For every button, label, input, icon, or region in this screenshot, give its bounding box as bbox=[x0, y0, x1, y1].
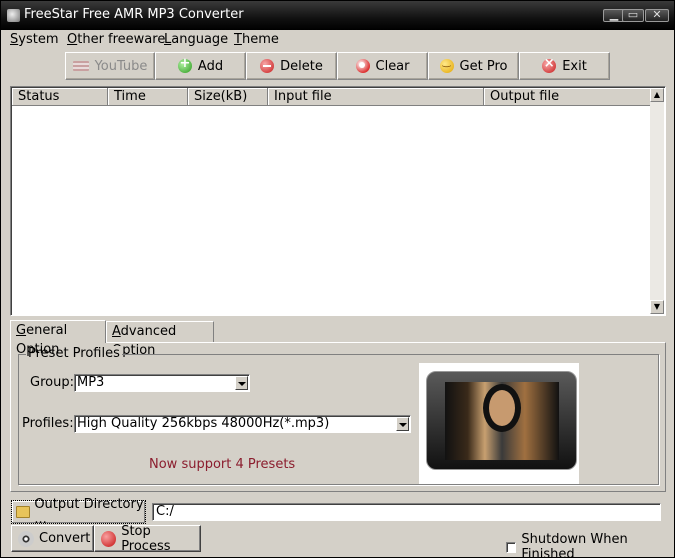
preset-profiles-group: Preset Profiles Group: MP3 Profiles: Hig… bbox=[18, 346, 659, 485]
close-icon: ✕ bbox=[652, 8, 662, 21]
output-directory-button[interactable]: Output Directory ... bbox=[11, 497, 146, 527]
clear-button[interactable]: Clear bbox=[337, 52, 428, 80]
menu-bar: System Other freeware Language Theme bbox=[1, 30, 674, 50]
delete-label: Delete bbox=[280, 58, 323, 74]
folder-icon bbox=[16, 506, 31, 518]
scroll-down-button[interactable]: ▼ bbox=[650, 300, 664, 314]
add-label: Add bbox=[197, 58, 224, 74]
menu-other-freeware-accel: O bbox=[67, 32, 78, 47]
chevron-down-icon[interactable] bbox=[235, 376, 248, 390]
profiles-select-value: High Quality 256kbps 48000Hz(*.mp3) bbox=[77, 416, 330, 431]
stop-process-label: Stop Process bbox=[121, 523, 171, 554]
column-status[interactable]: Status bbox=[12, 88, 108, 106]
list-header: Status Time Size(kB) Input file Output f… bbox=[12, 88, 652, 106]
tab-advanced-option[interactable]: Advanced Option bbox=[106, 321, 214, 358]
menu-other-freeware-label: ther freeware bbox=[77, 32, 166, 47]
youtube-button[interactable]: YouTube bbox=[65, 52, 155, 80]
clear-label: Clear bbox=[375, 58, 410, 74]
window-title: FreeStar Free AMR MP3 Converter bbox=[24, 7, 244, 22]
screen-artwork bbox=[489, 390, 515, 426]
exit-button[interactable]: Exit bbox=[519, 52, 610, 80]
output-directory-field[interactable]: C:/ bbox=[152, 503, 661, 521]
clear-icon bbox=[355, 59, 370, 73]
maximize-button[interactable]: ▭ bbox=[622, 8, 644, 22]
youtube-icon bbox=[72, 61, 89, 71]
tab-advanced-accel: A bbox=[112, 324, 121, 339]
minimize-icon: ▁ bbox=[609, 8, 619, 21]
presets-support-text: Now support 4 Presets bbox=[149, 457, 296, 472]
delete-button[interactable]: Delete bbox=[246, 52, 337, 80]
close-button[interactable]: ✕ bbox=[645, 8, 669, 22]
tab-general-option[interactable]: General Option bbox=[10, 320, 106, 357]
device-screen bbox=[445, 382, 559, 460]
shutdown-label: Shutdown When Finished bbox=[521, 532, 628, 558]
stop-icon bbox=[101, 530, 117, 547]
exit-label: Exit bbox=[562, 58, 587, 74]
menu-system[interactable]: System bbox=[10, 32, 59, 47]
film-reel-icon bbox=[18, 530, 34, 547]
device-preview-image bbox=[419, 363, 579, 484]
convert-button[interactable]: Convert bbox=[11, 525, 94, 552]
menu-other-freeware[interactable]: Other freeware bbox=[67, 32, 165, 47]
shutdown-when-finished-option[interactable]: Shutdown When Finished bbox=[506, 532, 674, 558]
add-icon bbox=[177, 56, 192, 73]
tab-general-accel: G bbox=[16, 323, 27, 338]
profiles-select[interactable]: High Quality 256kbps 48000Hz(*.mp3) bbox=[74, 415, 411, 433]
ipod-device-image bbox=[426, 371, 577, 470]
smiley-icon bbox=[439, 57, 454, 73]
app-window: FreeStar Free AMR MP3 Converter ▁ ▭ ✕ Sy… bbox=[0, 0, 675, 558]
scroll-up-button[interactable]: ▲ bbox=[650, 88, 664, 102]
menu-theme[interactable]: Theme bbox=[234, 32, 279, 47]
get-pro-label: Get Pro bbox=[459, 58, 508, 74]
maximize-icon: ▭ bbox=[627, 8, 639, 21]
menu-system-label: ystem bbox=[18, 32, 59, 47]
menu-theme-label: heme bbox=[241, 32, 279, 47]
app-icon bbox=[7, 9, 20, 22]
add-button[interactable]: Add bbox=[155, 52, 246, 80]
profiles-label: Profiles: bbox=[22, 416, 74, 431]
exit-icon bbox=[542, 56, 557, 73]
shutdown-checkbox[interactable] bbox=[506, 541, 517, 553]
chevron-down-icon[interactable] bbox=[396, 417, 409, 431]
general-option-panel: Preset Profiles Group: MP3 Profiles: Hig… bbox=[10, 342, 666, 492]
file-list[interactable]: Status Time Size(kB) Input file Output f… bbox=[10, 86, 666, 316]
stop-process-button[interactable]: Stop Process bbox=[94, 523, 201, 554]
menu-language[interactable]: Language bbox=[164, 32, 228, 47]
menu-theme-accel: T bbox=[234, 32, 242, 47]
group-label: Group: bbox=[30, 375, 74, 390]
title-bar[interactable]: FreeStar Free AMR MP3 Converter ▁ ▭ ✕ bbox=[1, 1, 674, 30]
group-select-value: MP3 bbox=[77, 375, 105, 390]
list-scrollbar[interactable]: ▲ ▼ bbox=[650, 88, 664, 314]
column-time[interactable]: Time bbox=[108, 88, 188, 106]
group-select[interactable]: MP3 bbox=[74, 374, 250, 392]
get-pro-button[interactable]: Get Pro bbox=[428, 52, 519, 80]
output-directory-label: Output Directory ... bbox=[34, 497, 144, 527]
delete-icon bbox=[260, 59, 275, 73]
column-input-file[interactable]: Input file bbox=[268, 88, 484, 106]
column-output-file[interactable]: Output file bbox=[484, 88, 652, 106]
convert-label: Convert bbox=[39, 531, 91, 546]
menu-language-label: anguage bbox=[171, 32, 229, 47]
column-size[interactable]: Size(kB) bbox=[188, 88, 268, 106]
youtube-label: YouTube bbox=[94, 58, 148, 74]
